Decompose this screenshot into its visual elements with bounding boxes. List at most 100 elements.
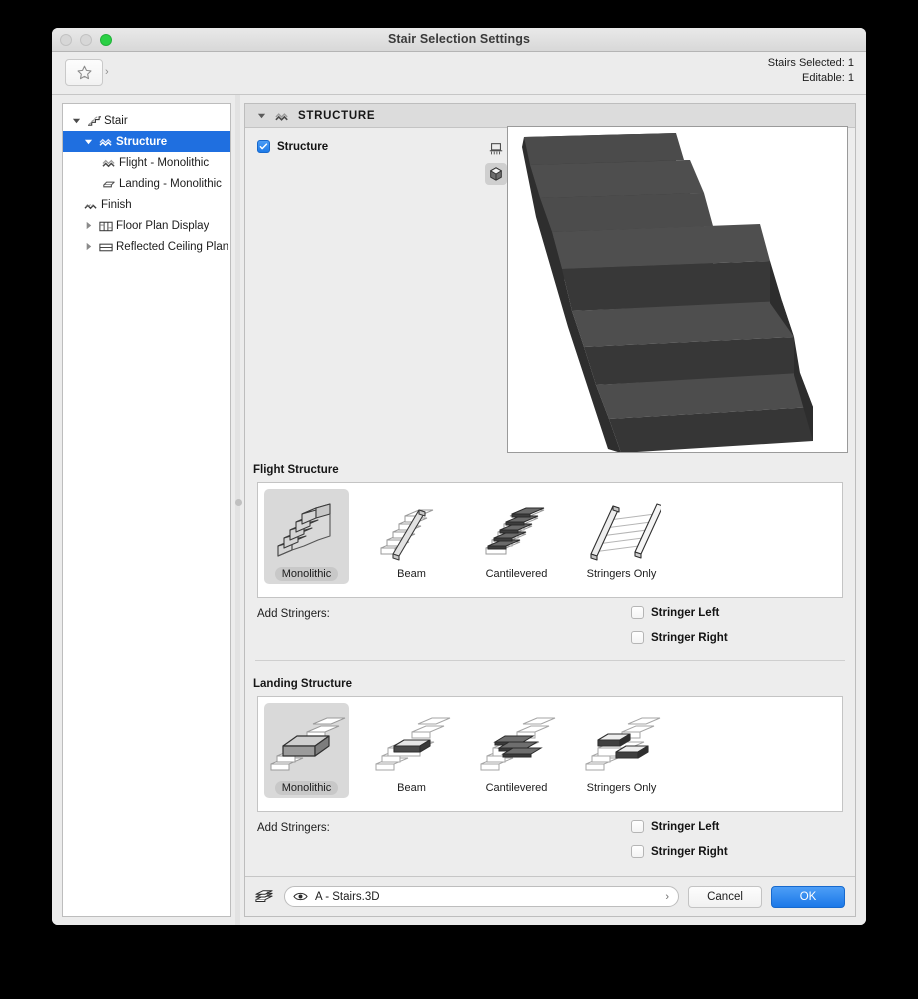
chevron-right-icon[interactable] [81, 242, 96, 251]
panel-splitter[interactable] [231, 95, 244, 925]
flight-stringer-left[interactable]: Stringer Left [631, 606, 728, 619]
landing-option-monolithic[interactable]: Monolithic [264, 703, 349, 798]
structure-section-header[interactable]: STRUCTURE [245, 104, 855, 128]
tree-item-stair[interactable]: Stair [63, 110, 230, 131]
landing-option-stringers-only[interactable]: Stringers Only [579, 703, 664, 798]
landing-stringer-right-checkbox[interactable] [631, 845, 644, 858]
3d-view-button[interactable] [485, 163, 507, 185]
tree-item-label: Landing - Monolithic [119, 177, 222, 190]
landing-option-label: Stringers Only [586, 782, 657, 794]
flight-structure-section: Flight Structure Monolithic Beam Cantile… [245, 464, 855, 671]
toolbar: › Stairs Selected: 1 Editable: 1 [52, 52, 866, 95]
structure-icon [96, 135, 116, 148]
stringers-only-flight-thumb-icon [583, 493, 661, 565]
layers-icon[interactable] [253, 888, 275, 906]
landing-option-label: Cantilevered [485, 782, 548, 794]
chevron-right-icon[interactable] [81, 221, 96, 230]
check-icon [259, 143, 268, 150]
landing-stringer-left-checkbox[interactable] [631, 820, 644, 833]
tree-item-label: Flight - Monolithic [119, 156, 210, 169]
floorplan-icon [96, 220, 116, 232]
flight-option-beam[interactable]: Beam [369, 489, 454, 584]
monolithic-flight-thumb-icon [270, 493, 344, 565]
tree-item-flight-monolithic[interactable]: Flight - Monolithic [63, 152, 230, 173]
tree-item-label: Reflected Ceiling Plan [116, 240, 228, 253]
flight-option-cantilevered[interactable]: Cantilevered [474, 489, 559, 584]
favorites-button[interactable] [65, 59, 103, 86]
settings-content-panel: STRUCTURE Structure Flight Structure Mon… [244, 103, 856, 917]
landing-stringer-left[interactable]: Stringer Left [631, 820, 728, 833]
flight-option-stringers-only[interactable]: Stringers Only [579, 489, 664, 584]
layer-selector[interactable]: A - Stairs.3D › [284, 886, 679, 907]
chevron-down-icon[interactable] [81, 137, 96, 146]
tree-item-label: Structure [116, 135, 168, 148]
dialog-bottom-bar: A - Stairs.3D › Cancel OK [245, 876, 855, 916]
section-divider [255, 660, 845, 661]
flight-stringer-right-label: Stringer Right [651, 631, 728, 644]
stringers-only-landing-thumb-icon [582, 707, 662, 779]
stair-icon [84, 114, 104, 127]
flight-option-label: Stringers Only [586, 568, 657, 580]
eye-icon [293, 891, 308, 902]
stairs-selected-label: Stairs Selected: 1 [767, 57, 854, 69]
cantilevered-landing-thumb-icon [477, 707, 557, 779]
flight-stringer-right-checkbox[interactable] [631, 631, 644, 644]
landing-option-cantilevered[interactable]: Cantilevered [474, 703, 559, 798]
flight-stringer-left-checkbox[interactable] [631, 606, 644, 619]
tree-item-reflected-ceiling-plan[interactable]: Reflected Ceiling Plan [63, 236, 230, 257]
cantilevered-flight-thumb-icon [480, 493, 554, 565]
landing-stringer-right[interactable]: Stringer Right [631, 845, 728, 858]
cancel-button[interactable]: Cancel [688, 885, 762, 908]
editable-label: Editable: 1 [802, 72, 854, 84]
ok-button[interactable]: OK [771, 885, 845, 908]
landing-option-label: Beam [397, 782, 426, 794]
tree-item-label: Stair [104, 114, 128, 127]
flight-stringer-right[interactable]: Stringer Right [631, 631, 728, 644]
landing-add-stringers-label: Add Stringers: [257, 822, 330, 834]
tree-item-label: Floor Plan Display [116, 219, 210, 232]
landing-add-stringers-row: Add Stringers: Stringer Left Stringer Ri… [245, 812, 855, 872]
settings-tree: Stair Structure Flight - Monolithic Land… [63, 104, 230, 257]
stair-3d-preview[interactable] [507, 126, 848, 453]
window-body: Stair Structure Flight - Monolithic Land… [52, 95, 866, 925]
chevron-down-icon[interactable] [255, 111, 267, 120]
flight-icon [99, 156, 119, 169]
monolithic-stair-3d-preview [508, 127, 847, 452]
favorites-chevron-icon[interactable]: › [105, 66, 109, 78]
beam-landing-thumb-icon [372, 707, 452, 779]
tree-item-landing-monolithic[interactable]: Landing - Monolithic [63, 173, 230, 194]
window-title: Stair Selection Settings [387, 32, 531, 46]
flight-stringer-checkboxes: Stringer Left Stringer Right [631, 606, 728, 644]
landing-structure-label: Landing Structure [253, 678, 353, 690]
splitter-grip[interactable] [235, 499, 242, 506]
landing-stringer-checkboxes: Stringer Left Stringer Right [631, 820, 728, 858]
structure-icon [274, 109, 291, 123]
landing-option-beam[interactable]: Beam [369, 703, 454, 798]
elevation-view-button[interactable] [485, 138, 507, 160]
flight-structure-label: Flight Structure [253, 464, 339, 476]
3d-view-icon [490, 167, 502, 181]
tree-item-structure[interactable]: Structure [63, 131, 230, 152]
ceiling-icon [96, 241, 116, 253]
chevron-down-icon[interactable] [69, 116, 84, 125]
tree-item-floor-plan-display[interactable]: Floor Plan Display [63, 215, 230, 236]
content-scroll-area: STRUCTURE Structure Flight Structure Mon… [245, 104, 855, 876]
structure-checkbox-label: Structure [277, 140, 329, 153]
flight-option-label: Monolithic [274, 567, 339, 581]
elevation-view-icon [489, 143, 503, 155]
window-titlebar: Stair Selection Settings [52, 28, 866, 52]
stair-selection-settings-window: Stair Selection Settings › Stairs Select… [52, 28, 866, 925]
tree-item-finish[interactable]: Finish [63, 194, 230, 215]
monolithic-landing-thumb-icon [267, 707, 347, 779]
preview-view-toggles [485, 138, 507, 185]
section-title: STRUCTURE [298, 109, 376, 122]
layer-chevron-icon[interactable]: › [665, 891, 669, 903]
flight-option-monolithic[interactable]: Monolithic [264, 489, 349, 584]
layer-value: A - Stairs.3D [315, 890, 380, 903]
landing-structure-section: Landing Structure Monolithic Beam Cantil… [245, 678, 855, 872]
beam-flight-thumb-icon [375, 493, 449, 565]
flight-stringer-left-label: Stringer Left [651, 606, 720, 619]
structure-checkbox[interactable] [257, 140, 270, 153]
settings-tree-panel: Stair Structure Flight - Monolithic Land… [62, 103, 231, 917]
structure-checkbox-wrap[interactable]: Structure [257, 140, 328, 153]
